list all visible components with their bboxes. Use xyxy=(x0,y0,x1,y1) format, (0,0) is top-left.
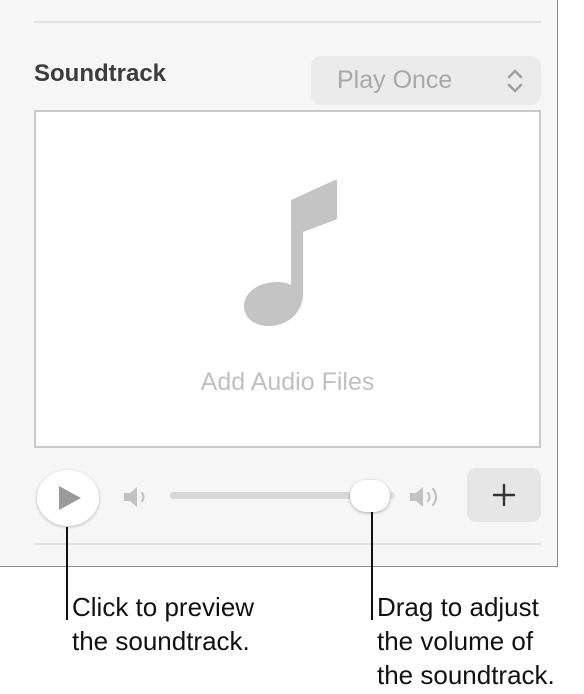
speaker-low-icon xyxy=(124,487,145,507)
section-divider-bottom xyxy=(34,543,541,545)
music-note-icon xyxy=(244,179,337,326)
volume-slider-thumb[interactable] xyxy=(350,480,390,512)
volume-callout-line xyxy=(371,512,373,620)
preview-callout-line-1: Click to preview xyxy=(72,592,255,622)
soundtrack-inspector-panel: Soundtrack Play Once Add Audio Files xyxy=(0,0,558,567)
preview-callout-line xyxy=(66,527,68,620)
section-divider-top xyxy=(34,21,541,23)
preview-play-button[interactable] xyxy=(37,470,99,526)
section-title: Soundtrack xyxy=(34,60,167,87)
preview-callout-line-2: the soundtrack. xyxy=(72,626,250,656)
playback-mode-value: Play Once xyxy=(337,66,453,94)
volume-slider-fill xyxy=(170,492,368,499)
add-audio-files-label: Add Audio Files xyxy=(200,368,375,396)
chevron-up-down-icon xyxy=(507,69,523,93)
volume-callout-line-1: Drag to adjust xyxy=(377,592,539,622)
volume-callout-line-3: the soundtrack. xyxy=(377,660,555,690)
play-icon xyxy=(59,486,81,510)
plus-icon xyxy=(492,483,516,507)
speaker-high-icon xyxy=(410,487,438,507)
preview-callout: Click to preview the soundtrack. xyxy=(72,590,254,658)
volume-callout: Drag to adjust the volume of the soundtr… xyxy=(377,590,555,692)
audio-drop-zone[interactable]: Add Audio Files xyxy=(34,110,541,448)
add-audio-button[interactable] xyxy=(467,468,541,522)
volume-callout-line-2: the volume of xyxy=(377,626,534,656)
playback-mode-select[interactable]: Play Once xyxy=(311,56,541,105)
